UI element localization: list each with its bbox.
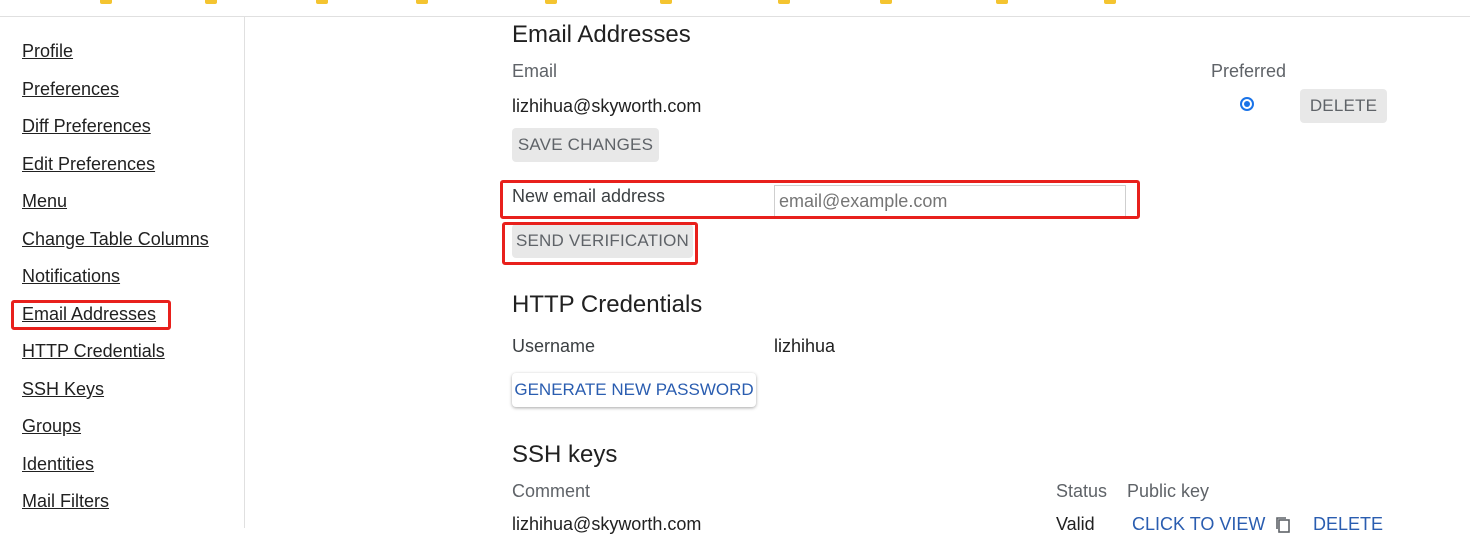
bookmark-folder-icon[interactable] xyxy=(416,0,428,4)
settings-sidebar: Profile Preferences Diff Preferences Edi… xyxy=(0,17,245,528)
ssh-public-key-header: Public key xyxy=(1127,481,1210,501)
sidebar-item-edit-preferences[interactable]: Edit Preferences xyxy=(22,154,155,175)
sidebar-item-email-addresses[interactable]: Email Addresses xyxy=(22,304,156,325)
sidebar-item-notifications[interactable]: Notifications xyxy=(22,266,120,287)
ssh-comment-header: Comment xyxy=(512,481,591,501)
sidebar-item-identities[interactable]: Identities xyxy=(22,454,94,475)
sidebar-item-change-table-columns[interactable]: Change Table Columns xyxy=(22,229,209,250)
new-email-input[interactable] xyxy=(774,185,1126,217)
preferred-radio[interactable] xyxy=(1240,97,1254,111)
bookmark-folder-icon[interactable] xyxy=(1104,0,1116,4)
settings-main: Email Addresses Email Preferred lizhihua… xyxy=(245,17,1470,534)
ssh-click-to-view-button[interactable]: CLICK TO VIEW xyxy=(1132,514,1265,535)
bookmark-folder-icon[interactable] xyxy=(880,0,892,4)
sidebar-item-mail-filters[interactable]: Mail Filters xyxy=(22,491,109,512)
bookmark-folder-icon[interactable] xyxy=(205,0,217,4)
ssh-delete-button[interactable]: DELETE xyxy=(1313,514,1383,535)
ssh-row-comment: lizhihua@skyworth.com xyxy=(512,514,702,534)
bookmark-folder-icon[interactable] xyxy=(660,0,672,4)
bookmark-folder-icon[interactable] xyxy=(100,0,112,4)
sidebar-item-preferences[interactable]: Preferences xyxy=(22,79,119,100)
ssh-row-status: Valid xyxy=(1056,514,1095,534)
preferred-column-header: Preferred xyxy=(1211,61,1287,81)
bookmark-folder-icon[interactable] xyxy=(778,0,790,4)
sidebar-item-diff-preferences[interactable]: Diff Preferences xyxy=(22,116,151,137)
email-column-header: Email xyxy=(512,61,558,81)
email-row-address: lizhihua@skyworth.com xyxy=(512,96,702,116)
copy-icon[interactable] xyxy=(1275,516,1291,534)
bookmark-folder-icon[interactable] xyxy=(996,0,1008,4)
save-changes-button[interactable]: SAVE CHANGES xyxy=(512,128,659,162)
bookmark-folder-icon[interactable] xyxy=(545,0,557,4)
send-verification-button[interactable]: SEND VERIFICATION xyxy=(512,224,693,258)
new-email-label: New email address xyxy=(512,186,666,206)
email-section-title: Email Addresses xyxy=(512,21,691,48)
ssh-status-header: Status xyxy=(1056,481,1108,501)
sidebar-item-http-credentials[interactable]: HTTP Credentials xyxy=(22,341,165,362)
http-section-title: HTTP Credentials xyxy=(512,291,703,318)
bookmarks-bar xyxy=(0,0,1470,17)
username-label: Username xyxy=(512,336,596,356)
sidebar-item-menu[interactable]: Menu xyxy=(22,191,67,212)
bookmark-folder-icon[interactable] xyxy=(316,0,328,4)
sidebar-item-ssh-keys[interactable]: SSH Keys xyxy=(22,379,104,400)
email-delete-button[interactable]: DELETE xyxy=(1300,89,1387,123)
sidebar-item-groups[interactable]: Groups xyxy=(22,416,81,437)
generate-password-button[interactable]: GENERATE NEW PASSWORD xyxy=(512,373,756,407)
username-value: lizhihua xyxy=(774,336,836,356)
ssh-section-title: SSH keys xyxy=(512,441,618,468)
sidebar-item-profile[interactable]: Profile xyxy=(22,41,73,62)
